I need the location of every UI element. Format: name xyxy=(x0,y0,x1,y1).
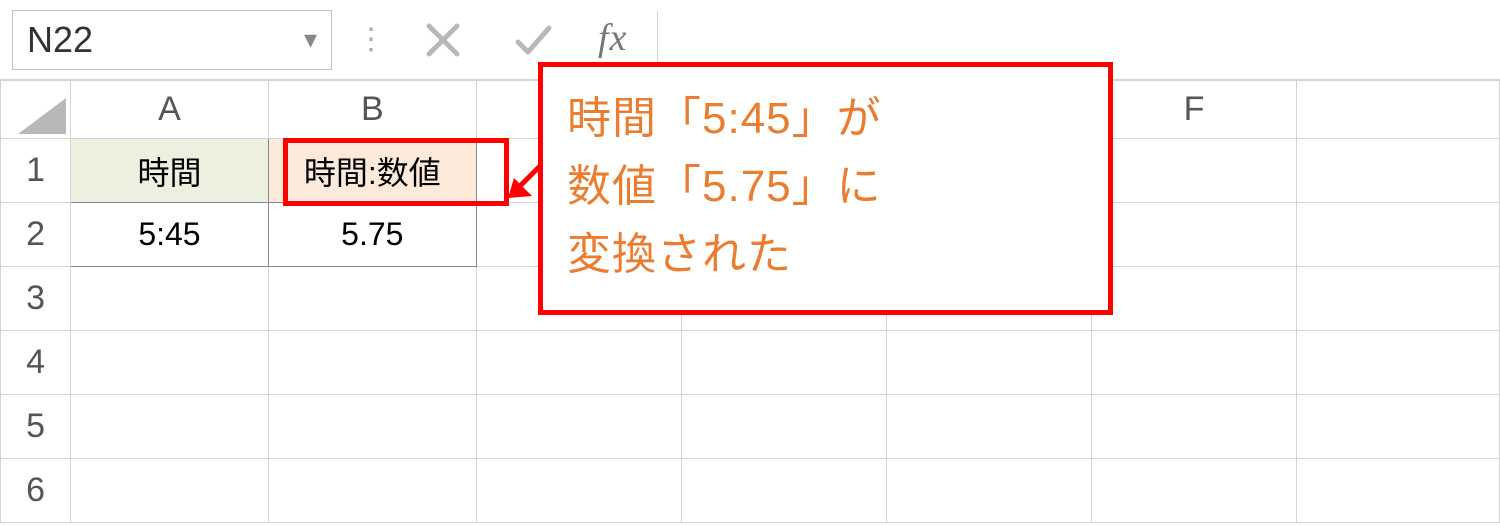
row-header-3[interactable]: 3 xyxy=(1,267,71,331)
cell-d4[interactable] xyxy=(682,331,887,395)
cell-d5[interactable] xyxy=(682,395,887,459)
select-all-corner[interactable] xyxy=(1,81,71,139)
cell-e4[interactable] xyxy=(887,331,1092,395)
row-header-2[interactable]: 2 xyxy=(1,203,71,267)
formula-input[interactable] xyxy=(657,11,1488,69)
cell-a5[interactable] xyxy=(71,395,268,459)
col-header-a[interactable]: A xyxy=(71,81,268,139)
cell-b5[interactable] xyxy=(268,395,476,459)
row-header-6[interactable]: 6 xyxy=(1,459,71,523)
cell-g1[interactable] xyxy=(1296,139,1499,203)
row-header-4[interactable]: 4 xyxy=(1,331,71,395)
cell-c5[interactable] xyxy=(476,395,681,459)
cell-a4[interactable] xyxy=(71,331,268,395)
cell-g5[interactable] xyxy=(1296,395,1499,459)
check-icon xyxy=(513,20,553,60)
annotation-line: 時間「5:45」が xyxy=(567,85,1084,153)
cell-a6[interactable] xyxy=(71,459,268,523)
cancel-button[interactable] xyxy=(408,12,478,68)
enter-button[interactable] xyxy=(498,12,568,68)
cell-c4[interactable] xyxy=(476,331,681,395)
col-header-b[interactable]: B xyxy=(268,81,476,139)
row-header-5[interactable]: 5 xyxy=(1,395,71,459)
annotation-line: 変換された xyxy=(567,221,1084,289)
col-header-f[interactable]: F xyxy=(1092,81,1297,139)
cell-a3[interactable] xyxy=(71,267,268,331)
annotation-callout: 時間「5:45」が 数値「5.75」に 変換された xyxy=(538,62,1113,315)
cell-c6[interactable] xyxy=(476,459,681,523)
cell-d6[interactable] xyxy=(682,459,887,523)
cell-e6[interactable] xyxy=(887,459,1092,523)
cell-g2[interactable] xyxy=(1296,203,1499,267)
cell-f5[interactable] xyxy=(1092,395,1297,459)
cell-f4[interactable] xyxy=(1092,331,1297,395)
cell-e5[interactable] xyxy=(887,395,1092,459)
fx-label[interactable]: fx xyxy=(588,16,637,64)
name-box-value: N22 xyxy=(27,19,93,61)
cell-b4[interactable] xyxy=(268,331,476,395)
row-header-1[interactable]: 1 xyxy=(1,139,71,203)
col-header-g[interactable] xyxy=(1296,81,1499,139)
spreadsheet-grid: A B C D E F 1 時間 時間:数値 2 5:45 5.75 xyxy=(0,80,1500,523)
cell-b3[interactable] xyxy=(268,267,476,331)
cell-f6[interactable] xyxy=(1092,459,1297,523)
annotation-line: 数値「5.75」に xyxy=(567,153,1084,221)
name-box[interactable]: N22 ▾ xyxy=(12,10,332,70)
cell-b6[interactable] xyxy=(268,459,476,523)
cell-a2[interactable]: 5:45 xyxy=(71,203,268,267)
cell-f1[interactable] xyxy=(1092,139,1297,203)
cell-f3[interactable] xyxy=(1092,267,1297,331)
cell-b1[interactable]: 時間:数値 xyxy=(268,139,476,203)
cell-a1[interactable]: 時間 xyxy=(71,139,268,203)
cell-g3[interactable] xyxy=(1296,267,1499,331)
name-box-dropdown-icon[interactable]: ▾ xyxy=(304,24,317,55)
x-icon xyxy=(423,20,463,60)
cell-b2[interactable]: 5.75 xyxy=(268,203,476,267)
cell-g4[interactable] xyxy=(1296,331,1499,395)
separator-icon: ⋮ xyxy=(352,22,388,57)
cell-g6[interactable] xyxy=(1296,459,1499,523)
cell-f2[interactable] xyxy=(1092,203,1297,267)
